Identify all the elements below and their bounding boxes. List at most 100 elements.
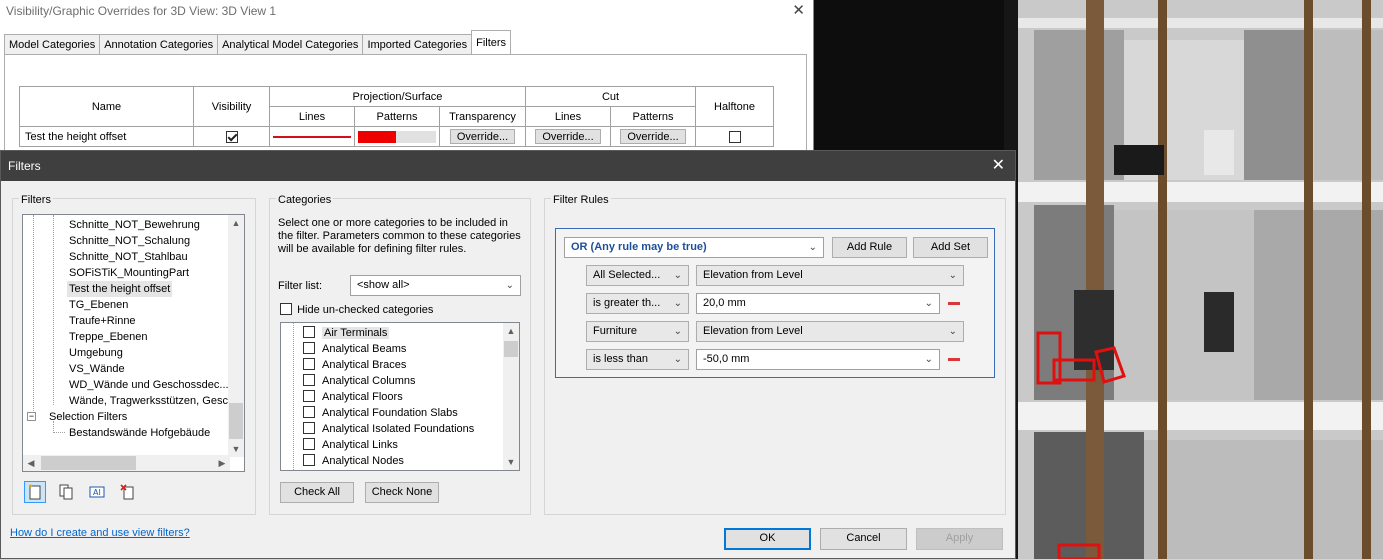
filter-list-label: Filter list: [278,280,322,292]
halftone-checkbox[interactable] [728,130,741,143]
ok-button[interactable]: OK [724,528,811,550]
cut-patterns-cell[interactable]: Override... [610,126,696,147]
tree-item-filter[interactable]: Schnitte_NOT_Bewehrung [67,217,202,233]
projection-patterns-cell[interactable] [354,126,440,147]
list-item[interactable]: Analytical Foundation Slabs [303,405,458,421]
apply-button[interactable]: Apply [916,528,1003,550]
check-all-button[interactable]: Check All [280,482,354,503]
list-item[interactable]: Analytical Columns [303,373,416,389]
tree-item-filter[interactable]: VS_Wände [67,361,127,377]
list-item[interactable]: Analytical Floors [303,389,403,405]
tab-model-categories[interactable]: Model Categories [4,34,101,54]
filters-tree-vertical-scrollbar[interactable]: ▲ ▼ [228,215,244,457]
transparency-cell[interactable]: Override... [439,126,526,147]
rename-filter-icon[interactable]: AI [86,481,108,503]
rule-set-operator-dropdown[interactable]: OR (Any rule may be true) ⌄ [564,237,824,258]
rule-1-category-value: All Selected... [593,269,661,281]
tree-item-filter[interactable]: Schnitte_NOT_Schalung [67,233,192,249]
rule-2-value-field[interactable]: 20,0 mm ⌄ [696,293,940,314]
categories-vertical-scrollbar[interactable]: ▲ ▼ [503,323,519,470]
line-swatch[interactable] [273,135,351,138]
category-checkbox[interactable] [303,454,315,466]
cancel-button[interactable]: Cancel [820,528,907,550]
cut-lines-override-button[interactable]: Override... [535,129,601,144]
tree-item-selection-filter[interactable]: Bestandswände Hofgebäude [67,425,212,441]
tab-analytical-model-categories[interactable]: Analytical Model Categories [217,34,364,54]
filter-name-cell[interactable]: Test the height offset [19,126,194,147]
filter-list-dropdown[interactable]: <show all> ⌄ [350,275,521,296]
scroll-thumb[interactable] [504,341,518,357]
cut-patterns-override-button[interactable]: Override... [620,129,686,144]
table-row[interactable]: Test the height offset Override... Overr… [19,126,774,147]
transparency-override-button[interactable]: Override... [449,129,516,144]
scroll-left-icon[interactable]: ◀ [23,455,39,471]
halftone-cell[interactable] [695,126,774,147]
tree-item-filter-selected[interactable]: Test the height offset [67,281,173,297]
tab-filters[interactable]: Filters [471,30,512,54]
scroll-thumb[interactable] [229,403,243,439]
category-checkbox[interactable] [303,342,315,354]
hide-unchecked-option[interactable]: Hide un-checked categories [280,303,433,316]
remove-rule-icon[interactable] [948,302,960,305]
category-checkbox[interactable] [303,438,315,450]
help-link[interactable]: How do I create and use view filters? [10,527,190,539]
close-icon[interactable]: ✕ [792,0,805,22]
list-item[interactable]: Analytical Isolated Foundations [303,421,474,437]
add-rule-button[interactable]: Add Rule [832,237,907,258]
tree-item-filter[interactable]: Treppe_Ebenen [67,329,150,345]
scroll-down-icon[interactable]: ▼ [503,454,519,470]
scroll-thumb[interactable] [41,456,136,470]
scroll-up-icon[interactable]: ▲ [228,215,244,231]
category-checkbox[interactable] [303,390,315,402]
add-set-button[interactable]: Add Set [913,237,988,258]
scroll-right-icon[interactable]: ▶ [214,455,230,471]
cut-lines-cell[interactable]: Override... [525,126,611,147]
remove-rule-icon[interactable] [948,358,960,361]
list-item[interactable]: Analytical Links [303,437,398,453]
projection-lines-cell[interactable] [269,126,355,147]
hide-unchecked-checkbox[interactable] [280,303,292,315]
category-checkbox[interactable] [303,374,315,386]
category-checkbox[interactable] [303,326,315,338]
list-item[interactable]: Analytical Beams [303,341,406,357]
col-header-halftone: Halftone [695,86,774,127]
rule-4-operator-dropdown[interactable]: is less than ⌄ [586,349,689,370]
tree-item-filter[interactable]: Traufe+Rinne [67,313,138,329]
filters-tree-horizontal-scrollbar[interactable]: ◀ ▶ [23,455,230,471]
tree-item-filter[interactable]: SOFiSTiK_MountingPart [67,265,191,281]
scroll-down-icon[interactable]: ▼ [228,441,244,457]
list-item[interactable]: Analytical Braces [303,357,406,373]
categories-list[interactable]: Air Terminals Analytical Beams Analytica… [280,322,520,471]
rule-2-operator-dropdown[interactable]: is greater th... ⌄ [586,293,689,314]
tree-item-filter[interactable]: TG_Ebenen [67,297,130,313]
scroll-up-icon[interactable]: ▲ [503,323,519,339]
tree-item-filter[interactable]: WD_Wände und Geschossdec... [67,377,231,393]
check-none-button[interactable]: Check None [365,482,439,503]
category-checkbox[interactable] [303,358,315,370]
category-checkbox[interactable] [303,406,315,418]
rule-4-value-field[interactable]: -50,0 mm ⌄ [696,349,940,370]
rule-3-parameter-dropdown[interactable]: Elevation from Level ⌄ [696,321,964,342]
new-filter-icon[interactable] [24,481,46,503]
col-header-visibility: Visibility [193,86,270,127]
rule-3-category-dropdown[interactable]: Furniture ⌄ [586,321,689,342]
pattern-swatch[interactable] [358,130,436,143]
category-checkbox[interactable] [303,422,315,434]
visibility-cell[interactable] [193,126,270,147]
delete-filter-icon[interactable] [117,481,139,503]
list-item[interactable]: Analytical Nodes [303,453,404,469]
tree-item-filter[interactable]: Wände, Tragwerksstützen, Gesch [67,393,236,409]
filters-tree[interactable]: Schnitte_NOT_Bewehrung Schnitte_NOT_Scha… [22,214,245,472]
tree-item-filter[interactable]: Umgebung [67,345,125,361]
category-label: Analytical Nodes [322,455,404,467]
rule-1-category-dropdown[interactable]: All Selected... ⌄ [586,265,689,286]
rule-1-parameter-dropdown[interactable]: Elevation from Level ⌄ [696,265,964,286]
tree-item-filter[interactable]: Schnitte_NOT_Stahlbau [67,249,190,265]
collapse-toggle-icon[interactable]: − [27,412,36,421]
close-icon[interactable]: ✕ [992,151,1005,181]
tab-imported-categories[interactable]: Imported Categories [362,34,473,54]
visibility-checkbox[interactable] [225,130,238,143]
duplicate-filter-icon[interactable] [55,481,77,503]
list-item[interactable]: Air Terminals [303,325,390,341]
tab-annotation-categories[interactable]: Annotation Categories [99,34,219,54]
